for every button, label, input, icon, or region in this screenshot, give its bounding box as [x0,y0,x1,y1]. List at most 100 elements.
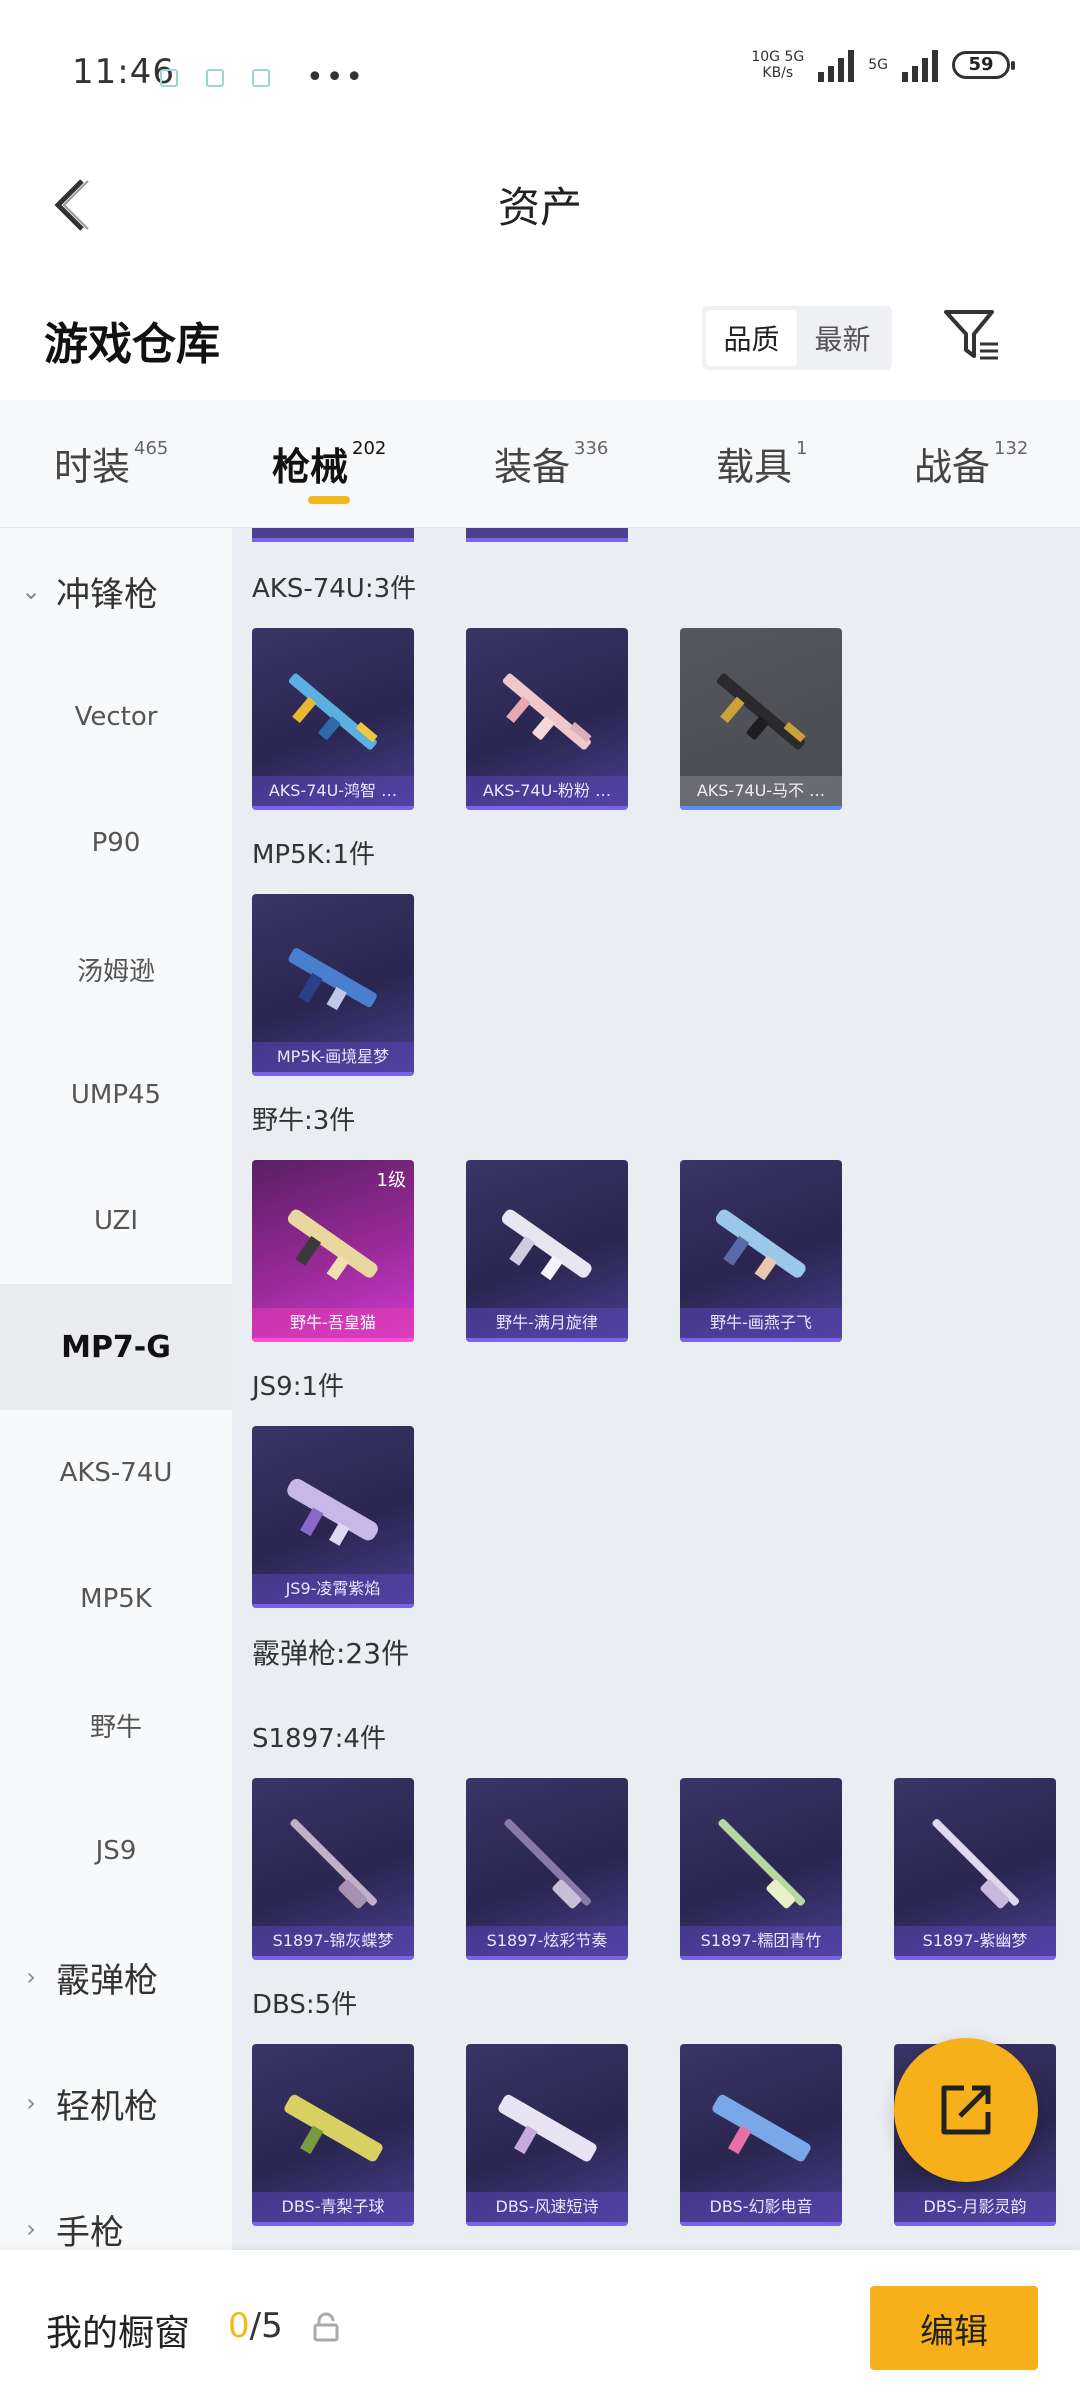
group-label: 野牛:3件 [252,1106,356,1136]
shotgun-icon [712,2094,811,2162]
tab-equipment[interactable]: 装备 336 [494,436,608,491]
net-speed: 10G 5G KB/s [751,49,805,81]
item-card[interactable]: DBS-风速短诗 [466,2044,628,2226]
smg-icon [501,1209,592,1281]
item-name: DBS-青梨子球 [252,2192,414,2222]
rifle-icon [288,673,378,750]
item-card[interactable]: S1897-炫彩节奏 [466,1778,628,1960]
item-level: 1级 [376,1170,406,1191]
smg-icon [715,1209,806,1281]
item-card[interactable]: S1897-糯团青竹 [680,1778,842,1960]
sidebar-group-lmg[interactable]: › 轻机枪 [18,2040,158,2166]
sidebar-item-p90[interactable]: P90 [0,780,232,906]
item-name: DBS-幻影电音 [680,2192,842,2222]
network-type: 5G [868,57,888,73]
item-card-partial[interactable] [252,528,414,542]
item-card[interactable]: JS9-凌霄紫焰 [252,1426,414,1608]
group-label: MP5K:1件 [252,840,376,870]
showcase-label: 我的橱窗 [46,2313,191,2354]
active-tab-indicator [308,496,350,504]
sort-quality-button[interactable]: 品质 [706,310,797,366]
warehouse-title: 游戏仓库 [44,319,220,370]
item-name: DBS-风速短诗 [466,2192,628,2222]
item-card[interactable]: 1级 野牛-吾皇猫 [252,1160,414,1342]
item-card[interactable]: 野牛-画燕子飞 [680,1160,842,1342]
shotgun-icon [290,1818,378,1909]
tab-guns[interactable]: 枪械 202 [272,436,386,491]
share-button[interactable] [894,2038,1038,2182]
sidebar-group-pistol[interactable]: › 手枪 [18,2166,124,2251]
item-card[interactable]: AKS-74U-粉粉 … [466,628,628,810]
status-bar: 11:46 ••• 10G 5G KB/s 5G 59 [0,0,1080,140]
category-tabs: 时装 465 枪械 202 装备 336 载具 1 战备 132 [0,400,1080,528]
item-name: S1897-紫幽梦 [894,1926,1056,1956]
battery-icon: 59 [952,51,1015,79]
sidebar-item-bizon[interactable]: 野牛 [0,1662,232,1788]
item-card[interactable]: AKS-74U-鸿智 … [252,628,414,810]
filter-icon [944,310,998,360]
item-card[interactable]: MP5K-画境星梦 [252,894,414,1076]
item-name: AKS-74U-粉粉 … [466,776,628,806]
item-name: 野牛-满月旋律 [466,1308,628,1338]
item-name: DBS-月影灵韵 [894,2192,1056,2222]
group-label: JS9:1件 [252,1372,345,1402]
sidebar-item-ump45[interactable]: UMP45 [0,1032,232,1158]
item-card[interactable]: 野牛-满月旋律 [466,1160,628,1342]
chevron-down-icon: ⌄ [20,577,42,605]
sort-newest-button[interactable]: 最新 [797,310,888,366]
item-name: MP5K-画境星梦 [252,1042,414,1072]
item-name: JS9-凌霄紫焰 [252,1574,414,1604]
lock-icon [313,2312,339,2342]
sidebar: ⌄ 冲锋枪 Vector P90 汤姆逊 UMP45 UZI MP7-G AKS… [0,528,232,2250]
sidebar-item-thompson[interactable]: 汤姆逊 [0,906,232,1032]
item-card[interactable]: DBS-幻影电音 [680,2044,842,2226]
rifle-icon [502,673,592,750]
item-name: S1897-糯团青竹 [680,1926,842,1956]
tab-vehicles[interactable]: 载具 1 [716,436,807,491]
sidebar-item-mp5k[interactable]: MP5K [0,1536,232,1662]
sidebar-item-mp7g[interactable]: MP7-G [0,1284,232,1410]
share-icon [941,2085,991,2135]
item-name: S1897-炫彩节奏 [466,1926,628,1956]
group-label: AKS-74U:3件 [252,574,417,604]
item-card[interactable]: AKS-74U-马不 … [680,628,842,810]
showcase-count: 0/5 [228,2306,283,2346]
shotgun-icon [284,2094,383,2162]
sort-toggle: 品质 最新 [702,306,892,370]
smg-icon [287,1478,379,1546]
tab-outfits[interactable]: 时装 465 [54,436,168,491]
group-label: DBS:5件 [252,1990,358,2020]
signal-icon [818,48,855,82]
edit-button[interactable]: 编辑 [870,2286,1038,2370]
filter-button[interactable] [940,304,1004,368]
status-right: 10G 5G KB/s 5G 59 [751,48,1015,82]
group-label: 霰弹枪:23件 [252,1637,410,1670]
notification-icons: ••• [160,60,365,95]
item-card[interactable]: S1897-锦灰蝶梦 [252,1778,414,1960]
sidebar-item-uzi[interactable]: UZI [0,1158,232,1284]
group-label: S1897:4件 [252,1724,386,1754]
sidebar-item-js9[interactable]: JS9 [0,1788,232,1914]
chevron-right-icon: › [26,1963,36,1991]
smg-icon [288,948,377,1011]
sidebar-item-aks74u[interactable]: AKS-74U [0,1410,232,1536]
sidebar-group-smg[interactable]: ⌄ 冲锋枪 [18,528,158,654]
item-name: S1897-锦灰蝶梦 [252,1926,414,1956]
tab-supplies[interactable]: 战备 132 [914,436,1028,491]
item-card-partial[interactable] [466,528,628,542]
shotgun-icon [932,1818,1020,1909]
sidebar-group-shotgun[interactable]: › 霰弹枪 [18,1914,158,2040]
item-grid: AKS-74U:3件 AKS-74U-鸿智 … AKS-74U-粉粉 … AKS… [232,528,1080,2250]
shotgun-icon [504,1818,592,1909]
message-icon [206,68,224,87]
item-name: 野牛-吾皇猫 [252,1308,414,1338]
item-name: 野牛-画燕子飞 [680,1308,842,1338]
sidebar-item-vector[interactable]: Vector [0,654,232,780]
item-card[interactable]: S1897-紫幽梦 [894,1778,1056,1960]
shotgun-icon [718,1818,806,1909]
item-card[interactable]: DBS-青梨子球 [252,2044,414,2226]
notification-icon [160,68,178,87]
item-name: AKS-74U-马不 … [680,776,842,806]
item-name: AKS-74U-鸿智 … [252,776,414,806]
signal-icon-2 [902,48,938,82]
